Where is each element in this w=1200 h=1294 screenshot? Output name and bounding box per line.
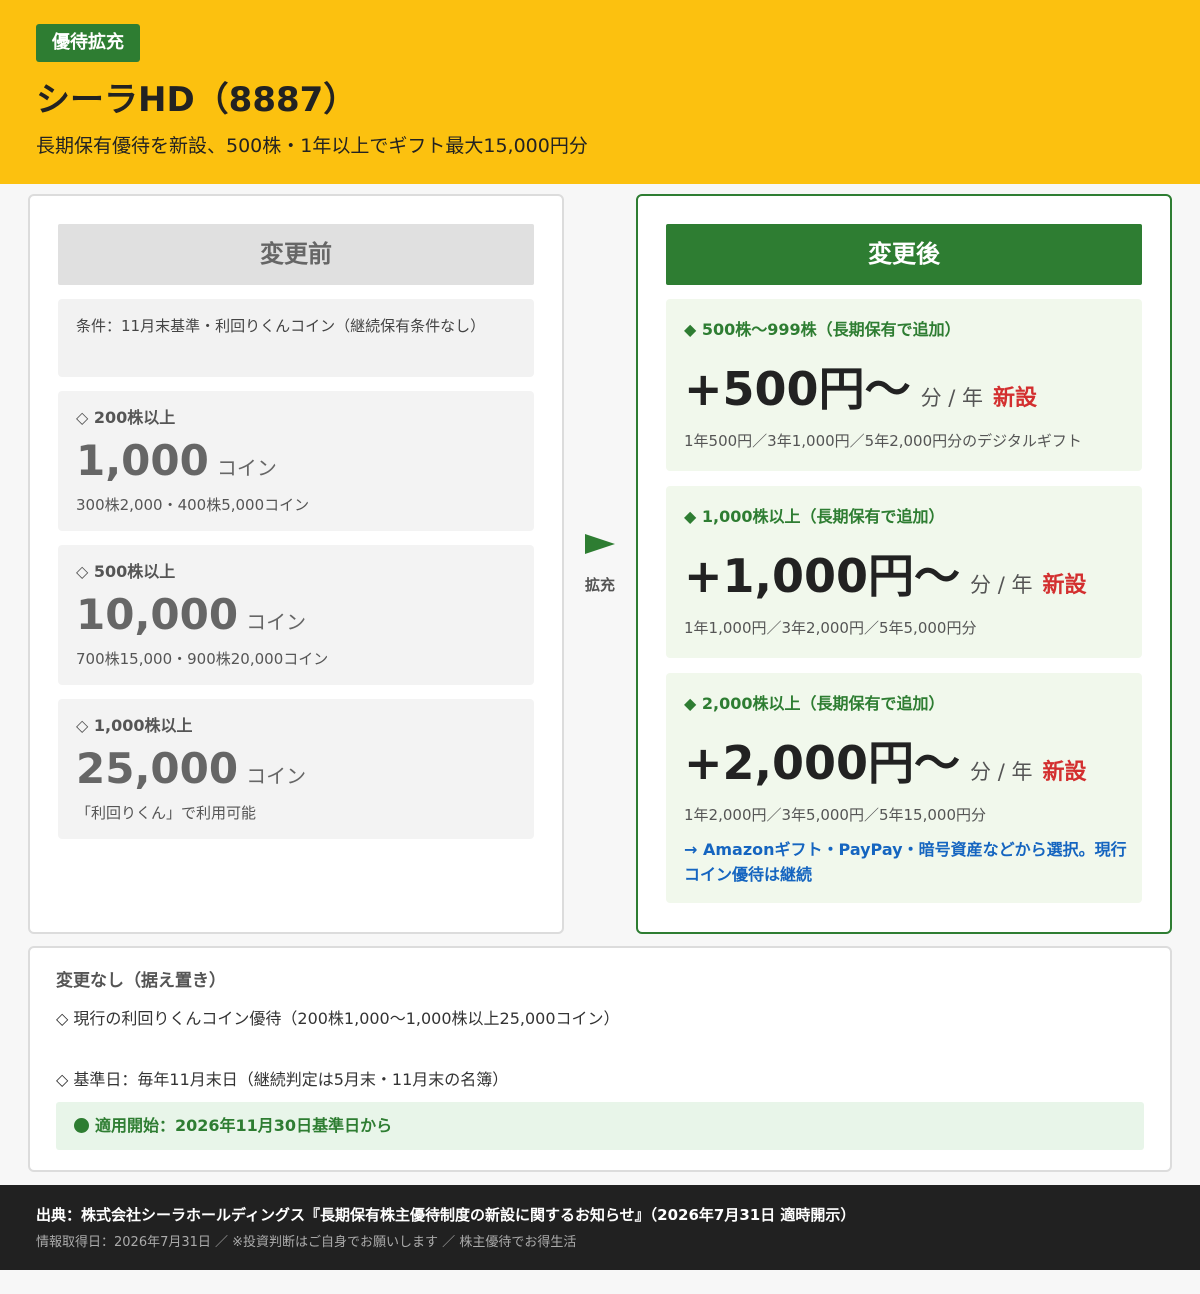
footer: 出典：株式会社シーラホールディングス『長期保有株主優待制度の新設に関するお知らせ… [0, 1185, 1200, 1270]
tier-value: +2,000円～ 分 / 年新設 [684, 733, 1087, 793]
tier-amount: +2,000円～ [684, 736, 961, 790]
arrow-label: 拡充 [584, 576, 615, 594]
tier-title: ◆ 1,000株以上（長期保有で追加） [684, 507, 945, 526]
page-title: シーラHD（8887） [36, 80, 358, 120]
before-tier-card: ◇ 200株以上 1,000 コイン 300株2,000・400株5,000コイン [58, 391, 534, 531]
category-badge: 優待拡充 [36, 24, 140, 62]
tier-title: ◇ 1,000株以上 [76, 716, 193, 735]
after-heading: 変更後 [666, 224, 1142, 285]
unchanged-item: ◇ 基準日：毎年11月末日（継続判定は5月末・11月末の名簿） [56, 1070, 509, 1089]
page-subtitle: 長期保有優待を新設、500株・1年以上でギフト最大15,000円分 [36, 135, 588, 157]
tier-note: 1年500円／3年1,000円／5年2,000円分のデジタルギフト [684, 432, 1082, 450]
new-label: 新設 [993, 386, 1038, 411]
tier-amount: 1,000 [76, 436, 209, 485]
tier-note: 300株2,000・400株5,000コイン [76, 496, 310, 514]
tier-value: 25,000 コイン [76, 743, 306, 795]
expansion-arrow: 拡充 [576, 534, 624, 595]
start-date-banner: 適用開始：2026年11月30日基準日から [56, 1102, 1144, 1150]
tier-note: 1年1,000円／3年2,000円／5年5,000円分 [684, 619, 977, 637]
tier-amount: 10,000 [76, 590, 239, 639]
before-tier-card: ◇ 1,000株以上 25,000 コイン 「利回りくん」で利用可能 [58, 699, 534, 839]
after-tier-card: ◆ 500株～999株（長期保有で追加） +500円～ 分 / 年新設 1年500… [666, 299, 1142, 471]
before-panel: 変更前 条件：11月末基準・利回りくんコイン（継続保有条件なし） ◇ 200株以… [28, 194, 564, 934]
before-tier-card: ◇ 500株以上 10,000 コイン 700株15,000・900株20,000… [58, 545, 534, 685]
tier-title: ◇ 500株以上 [76, 562, 176, 581]
tier-note: 700株15,000・900株20,000コイン [76, 650, 329, 668]
footer-info: 情報取得日：2026年7月31日 ／ ※投資判断はご自身でお願いします ／ 株主… [36, 1235, 577, 1250]
tier-amount: +1,000円～ [684, 549, 961, 603]
new-label: 新設 [1042, 573, 1087, 598]
before-condition: 条件：11月末基準・利回りくんコイン（継続保有条件なし） [58, 299, 534, 377]
gift-options-note: → Amazonギフト・PayPay・暗号資産などから選択。現行コイン優待は継続 [684, 840, 1127, 884]
tier-title: ◆ 500株～999株（長期保有で追加） [684, 320, 961, 339]
tier-amount: +500円～ [684, 362, 911, 416]
tier-value: 10,000 コイン [76, 589, 306, 641]
unchanged-panel: 変更なし（据え置き） ◇ 現行の利回りくんコイン優待（200株1,000～1,0… [28, 946, 1172, 1172]
tier-title: ◆ 2,000株以上（長期保有で追加） [684, 694, 945, 713]
unchanged-item: ◇ 現行の利回りくんコイン優待（200株1,000～1,000株以上25,000… [56, 1009, 620, 1028]
tier-unit: コイン [246, 764, 307, 788]
tier-unit: コイン [246, 610, 307, 634]
tier-title: ◇ 200株以上 [76, 408, 176, 427]
tier-per-year: 分 / 年 [970, 760, 1033, 784]
arrow-right-icon [585, 534, 615, 554]
before-heading: 変更前 [58, 224, 534, 285]
tier-value: +500円～ 分 / 年新設 [684, 359, 1037, 419]
header-banner: 優待拡充 シーラHD（8887） 長期保有優待を新設、500株・1年以上でギフト… [0, 0, 1200, 184]
green-dot-icon [74, 1118, 89, 1133]
start-date-text: 適用開始：2026年11月30日基準日から [95, 1116, 393, 1135]
source-citation: 出典：株式会社シーラホールディングス『長期保有株主優待制度の新設に関するお知らせ… [36, 1206, 856, 1224]
tier-amount: 25,000 [76, 744, 239, 793]
tier-value: +1,000円～ 分 / 年新設 [684, 546, 1087, 606]
after-tier-card: ◆ 2,000株以上（長期保有で追加） +2,000円～ 分 / 年新設 1年2,… [666, 673, 1142, 903]
unchanged-title: 変更なし（据え置き） [56, 971, 226, 991]
tier-per-year: 分 / 年 [920, 386, 984, 410]
tier-per-year: 分 / 年 [970, 573, 1033, 597]
after-panel: 変更後 ◆ 500株～999株（長期保有で追加） +500円～分 / 年新設 1… [636, 194, 1172, 934]
after-tier-card: ◆ 1,000株以上（長期保有で追加） +1,000円～ 分 / 年新設 1年1,… [666, 486, 1142, 658]
tier-value: 1,000 コイン [76, 435, 277, 487]
tier-unit: コイン [216, 456, 277, 480]
new-label: 新設 [1042, 760, 1087, 785]
tier-note: 1年2,000円／3年5,000円／5年15,000円分 [684, 806, 987, 824]
tier-note: 「利回りくん」で利用可能 [76, 804, 257, 822]
